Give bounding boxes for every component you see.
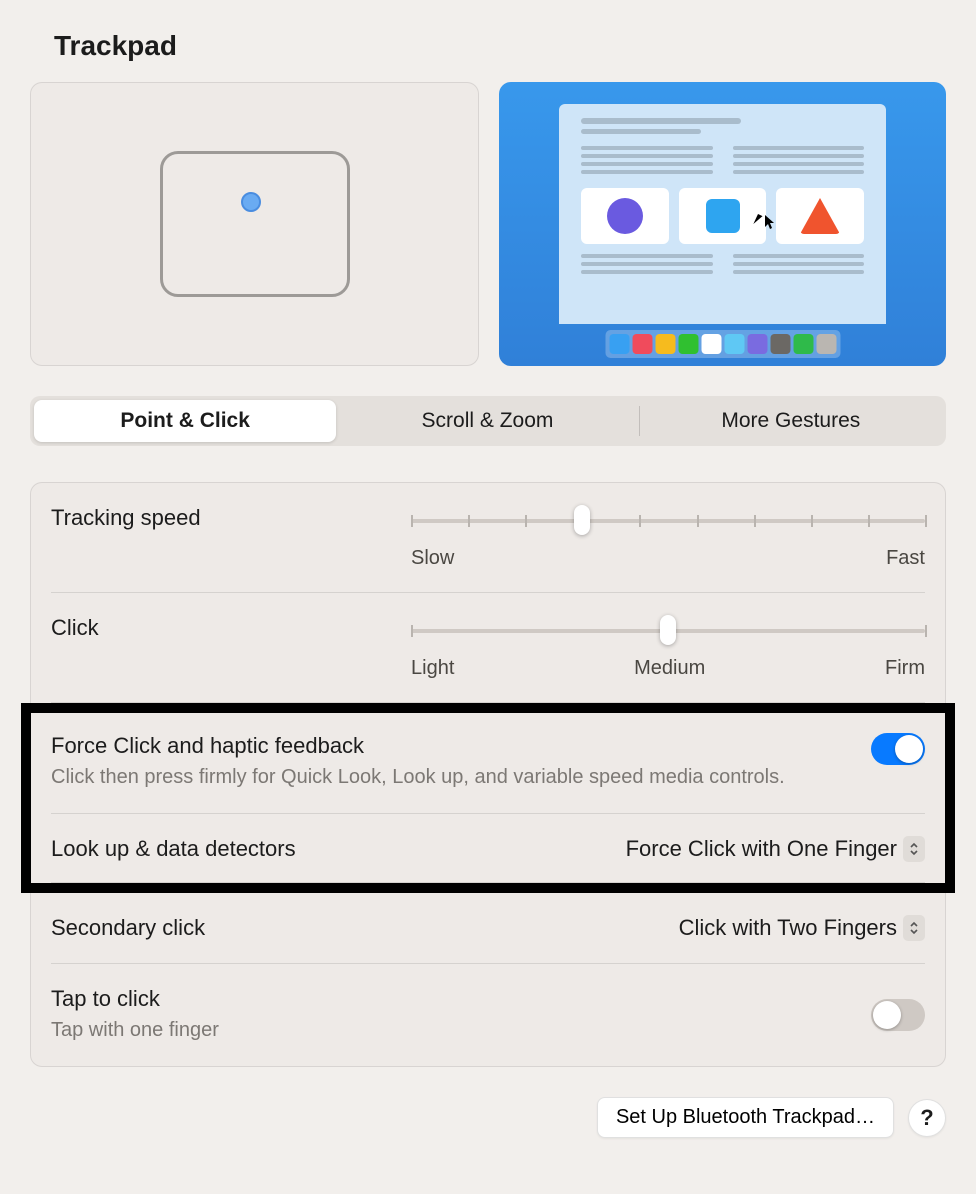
tracking-speed-label: Tracking speed	[51, 505, 401, 531]
secondary-click-label: Secondary click	[51, 915, 205, 941]
tab-scroll-and-zoom[interactable]: Scroll & Zoom	[336, 400, 638, 442]
force-click-toggle[interactable]	[871, 733, 925, 765]
force-click-description: Click then press firmly for Quick Look, …	[51, 763, 851, 791]
click-slider[interactable]	[411, 617, 925, 647]
slider-mid-label: Medium	[634, 657, 705, 680]
trackpad-outline-icon	[160, 151, 350, 297]
setup-bluetooth-button[interactable]: Set Up Bluetooth Trackpad…	[597, 1097, 894, 1138]
tracking-speed-slider[interactable]	[411, 507, 925, 537]
secondary-click-select[interactable]: Click with Two Fingers	[679, 915, 925, 941]
preview-window	[559, 104, 886, 324]
lookup-label: Look up & data detectors	[51, 836, 296, 862]
triangle-icon	[800, 198, 840, 234]
touch-point-icon	[241, 192, 261, 212]
tap-to-click-description: Tap with one finger	[51, 1016, 851, 1044]
gesture-preview	[499, 82, 946, 366]
slider-min-label: Light	[411, 657, 454, 680]
tab-bar: Point & Click Scroll & Zoom More Gesture…	[30, 396, 946, 446]
circle-icon	[607, 198, 643, 234]
settings-panel: Tracking speed Slow Fast Click Light Med…	[30, 482, 946, 1067]
cursor-icon	[764, 214, 776, 233]
help-button[interactable]: ?	[908, 1099, 946, 1137]
slider-max-label: Fast	[886, 547, 925, 570]
chevron-up-down-icon	[903, 836, 925, 862]
chevron-up-down-icon	[903, 915, 925, 941]
slider-min-label: Slow	[411, 547, 454, 570]
click-label: Click	[51, 615, 401, 641]
tap-to-click-toggle[interactable]	[871, 999, 925, 1031]
lookup-select[interactable]: Force Click with One Finger	[626, 836, 925, 862]
square-icon	[706, 199, 740, 233]
force-click-label: Force Click and haptic feedback	[51, 733, 851, 759]
tab-point-and-click[interactable]: Point & Click	[34, 400, 336, 442]
secondary-click-selected-value: Click with Two Fingers	[679, 915, 897, 941]
tab-more-gestures[interactable]: More Gestures	[640, 400, 942, 442]
dock-icon	[605, 330, 840, 358]
highlight-frame: Force Click and haptic feedback Click th…	[21, 703, 955, 893]
slider-max-label: Firm	[885, 657, 925, 680]
trackpad-preview	[30, 82, 479, 366]
page-title: Trackpad	[54, 30, 946, 62]
lookup-selected-value: Force Click with One Finger	[626, 836, 897, 862]
tap-to-click-label: Tap to click	[51, 986, 851, 1012]
